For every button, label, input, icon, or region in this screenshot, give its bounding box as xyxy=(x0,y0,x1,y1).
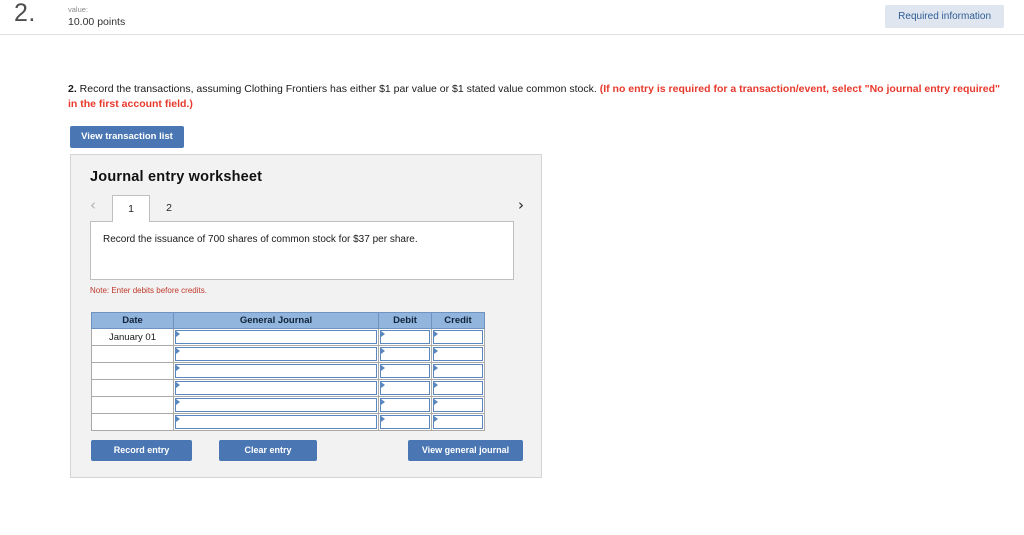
credit-input[interactable] xyxy=(433,398,483,412)
credit-cell[interactable] xyxy=(431,345,485,363)
table-row xyxy=(91,396,485,414)
transaction-description-text: Record the issuance of 700 shares of com… xyxy=(103,234,418,245)
debit-cell[interactable] xyxy=(378,379,432,397)
instruction-main-text: Record the transactions, assuming Clothi… xyxy=(76,83,600,95)
chevron-left-icon[interactable]: ‹ xyxy=(90,198,96,213)
date-cell[interactable] xyxy=(91,379,174,397)
column-header-date: Date xyxy=(91,312,174,329)
journal-entry-worksheet-panel: Journal entry worksheet ‹ 1 2 › Record t… xyxy=(70,154,542,478)
date-cell[interactable] xyxy=(91,345,174,363)
date-cell[interactable] xyxy=(91,362,174,380)
chevron-right-icon[interactable]: › xyxy=(518,198,524,213)
value-points: 10.00 points xyxy=(68,15,126,28)
view-transaction-list-button[interactable]: View transaction list xyxy=(70,126,184,148)
debit-cell[interactable] xyxy=(378,328,432,346)
credit-input[interactable] xyxy=(433,415,483,429)
table-row xyxy=(91,345,485,363)
instruction-number: 2. xyxy=(68,83,77,95)
credit-input[interactable] xyxy=(433,364,483,378)
debit-input[interactable] xyxy=(380,364,430,378)
account-select-input[interactable] xyxy=(175,398,377,412)
table-header-row: Date General Journal Debit Credit xyxy=(91,312,485,329)
credit-input[interactable] xyxy=(433,347,483,361)
account-select-input[interactable] xyxy=(175,347,377,361)
general-journal-cell[interactable] xyxy=(173,328,379,346)
account-select-input[interactable] xyxy=(175,364,377,378)
required-information-badge[interactable]: Required information xyxy=(885,5,1004,28)
credit-cell[interactable] xyxy=(431,396,485,414)
credit-cell[interactable] xyxy=(431,362,485,380)
credit-cell[interactable] xyxy=(431,413,485,431)
question-instruction: 2. Record the transactions, assuming Clo… xyxy=(68,82,1008,112)
debit-input[interactable] xyxy=(380,398,430,412)
worksheet-tab-1[interactable]: 1 xyxy=(112,195,150,222)
credit-input[interactable] xyxy=(433,330,483,344)
general-journal-cell[interactable] xyxy=(173,413,379,431)
journal-entry-table: Date General Journal Debit Credit Januar… xyxy=(91,312,485,431)
debit-cell[interactable] xyxy=(378,413,432,431)
debit-cell[interactable] xyxy=(378,396,432,414)
record-entry-button[interactable]: Record entry xyxy=(91,440,192,461)
clear-entry-button[interactable]: Clear entry xyxy=(219,440,317,461)
credit-cell[interactable] xyxy=(431,328,485,346)
worksheet-tab-2[interactable]: 2 xyxy=(156,195,182,222)
column-header-debit: Debit xyxy=(378,312,432,329)
account-select-input[interactable] xyxy=(175,330,377,344)
worksheet-title: Journal entry worksheet xyxy=(90,169,263,185)
debits-before-credits-note: Note: Enter debits before credits. xyxy=(90,286,207,295)
credit-cell[interactable] xyxy=(431,379,485,397)
debit-input[interactable] xyxy=(380,415,430,429)
general-journal-cell[interactable] xyxy=(173,362,379,380)
debit-cell[interactable] xyxy=(378,345,432,363)
question-header-bar: 2. value: 10.00 points Required informat… xyxy=(0,0,1024,35)
debit-input[interactable] xyxy=(380,381,430,395)
general-journal-cell[interactable] xyxy=(173,345,379,363)
question-value-block: value: 10.00 points xyxy=(68,5,126,28)
value-label: value: xyxy=(68,5,89,14)
table-row: January 01 xyxy=(91,328,485,346)
debit-input[interactable] xyxy=(380,330,430,344)
date-cell[interactable] xyxy=(91,413,174,431)
general-journal-cell[interactable] xyxy=(173,379,379,397)
table-row xyxy=(91,413,485,431)
date-cell[interactable]: January 01 xyxy=(91,328,174,346)
debit-input[interactable] xyxy=(380,347,430,361)
table-row xyxy=(91,379,485,397)
account-select-input[interactable] xyxy=(175,381,377,395)
credit-input[interactable] xyxy=(433,381,483,395)
general-journal-cell[interactable] xyxy=(173,396,379,414)
date-cell[interactable] xyxy=(91,396,174,414)
column-header-credit: Credit xyxy=(431,312,485,329)
table-row xyxy=(91,362,485,380)
column-header-general-journal: General Journal xyxy=(173,312,379,329)
account-select-input[interactable] xyxy=(175,415,377,429)
debit-cell[interactable] xyxy=(378,362,432,380)
question-number: 2. xyxy=(14,0,36,27)
view-general-journal-button[interactable]: View general journal xyxy=(408,440,523,461)
transaction-description-box: Record the issuance of 700 shares of com… xyxy=(90,221,514,280)
worksheet-tabs: ‹ 1 2 › xyxy=(90,195,524,223)
